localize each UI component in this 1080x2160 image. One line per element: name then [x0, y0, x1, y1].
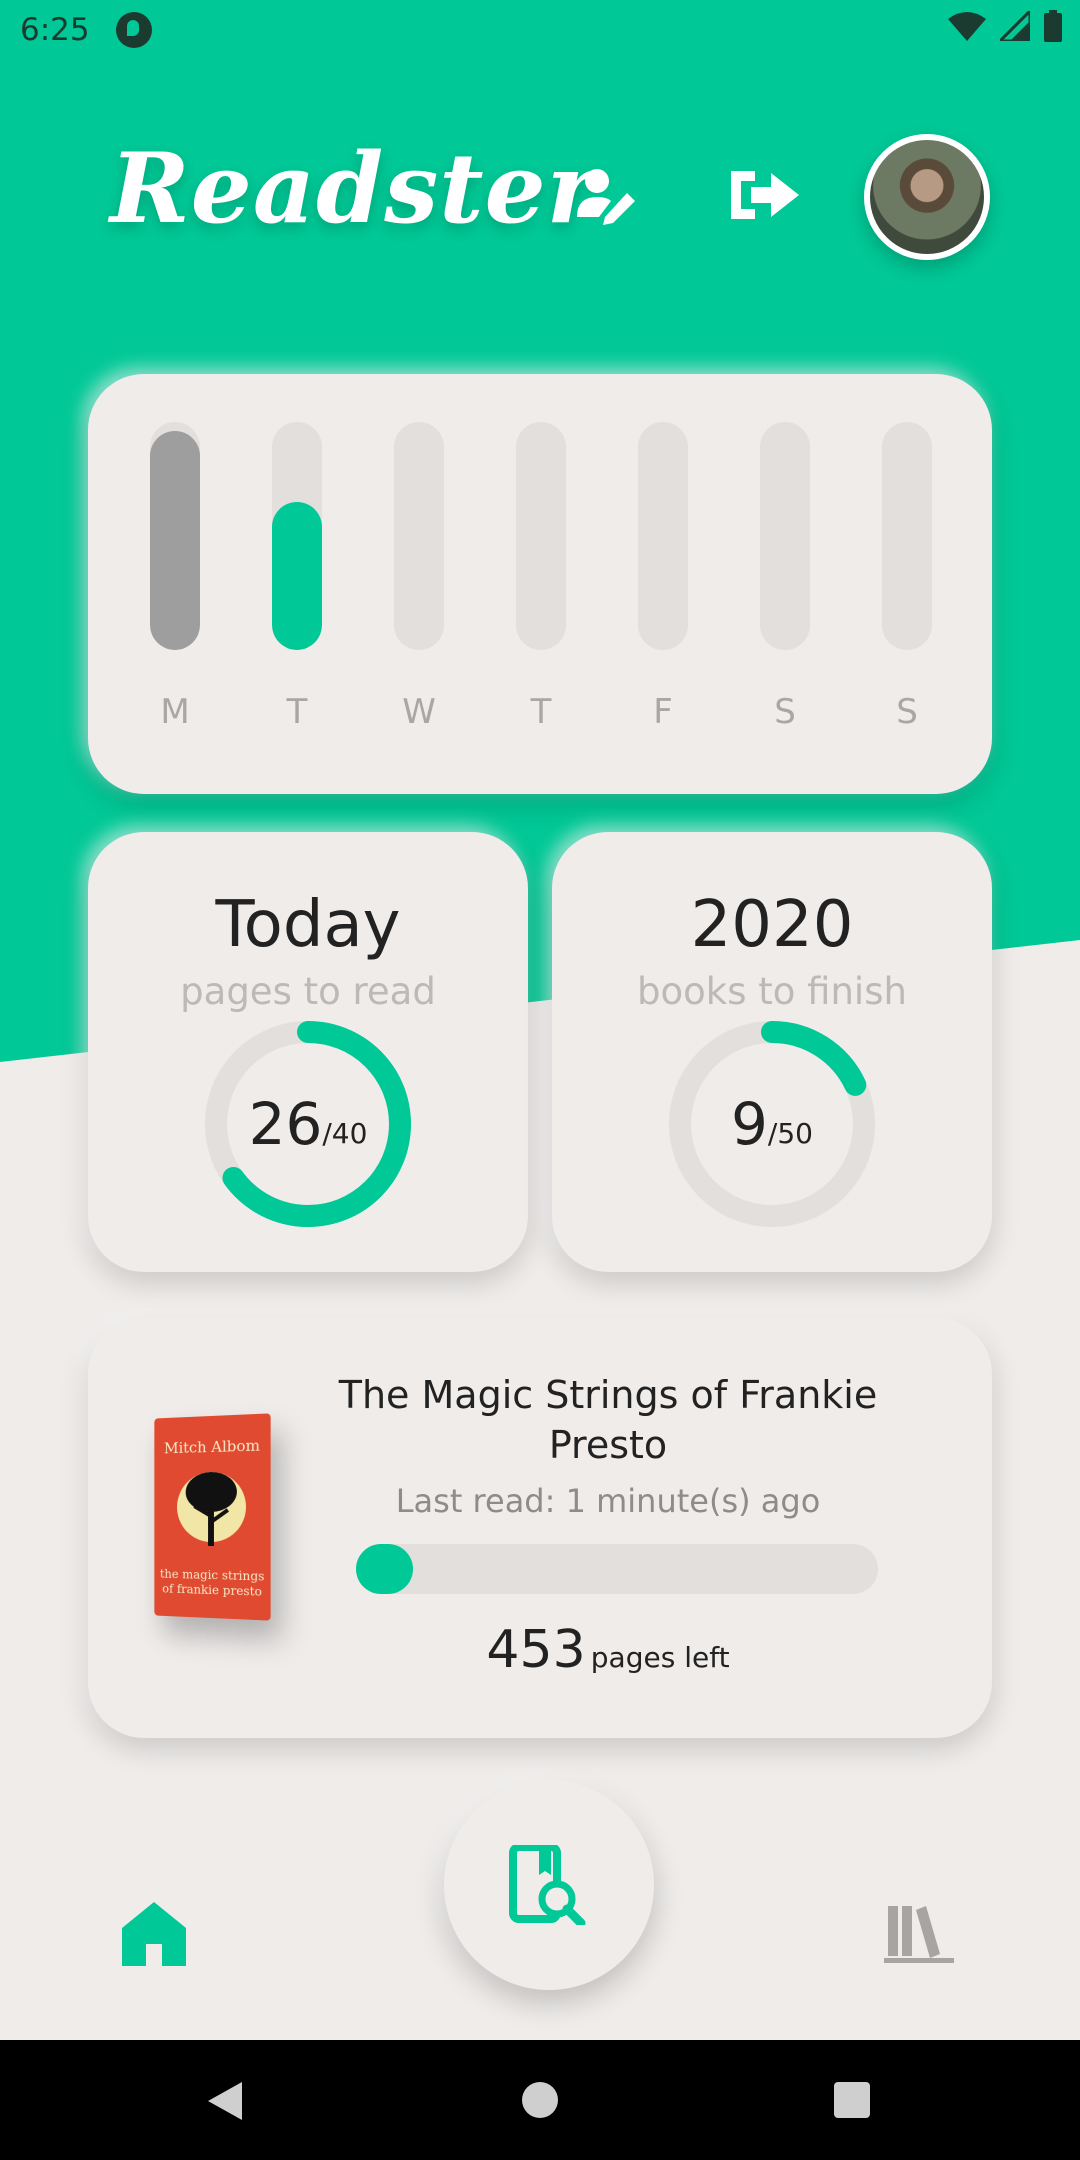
today-progress-value: 26 /40 [196, 1012, 420, 1236]
nav-library-button[interactable] [884, 1900, 954, 1968]
current-book-card[interactable]: Mitch Albom the magic strings of frankie… [88, 1318, 992, 1738]
wifi-icon [948, 11, 986, 41]
weekly-bar-track [272, 422, 322, 650]
status-time: 6:25 [20, 12, 90, 48]
book-cover-title: the magic strings of frankie presto [154, 1567, 270, 1600]
today-goal-subtitle: pages to read [88, 970, 528, 1013]
edit-profile-button[interactable] [560, 150, 650, 240]
book-title: The Magic Strings of Frankie Presto [328, 1370, 888, 1470]
weekly-day-label: F [628, 692, 698, 732]
weekly-day-label: T [262, 692, 332, 732]
status-icons [948, 10, 1062, 42]
book-progress-fill [356, 1544, 413, 1594]
pages-left-value: 453 [486, 1620, 585, 1680]
notification-app-icon [116, 12, 152, 48]
battery-icon [1044, 10, 1062, 42]
book-search-icon [509, 1845, 589, 1925]
weekly-bar-track [394, 422, 444, 650]
logout-button[interactable] [720, 150, 810, 240]
library-icon [884, 1900, 954, 1964]
signal-icon [1000, 11, 1030, 41]
home-system-button[interactable] [522, 2082, 558, 2118]
home-icon [122, 1900, 186, 1966]
weekly-bar-track [150, 422, 200, 650]
year-goal-title: 2020 [552, 888, 992, 962]
nav-home-button[interactable] [122, 1900, 186, 1970]
year-goal-card[interactable]: 2020 books to finish 9 /50 [552, 832, 992, 1272]
weekly-bar-track [516, 422, 566, 650]
weekly-bar-track [760, 422, 810, 650]
weekly-day-label: W [384, 692, 454, 732]
book-cover-tree [183, 1465, 240, 1556]
book-cover-image: Mitch Albom the magic strings of frankie… [154, 1413, 270, 1620]
back-icon[interactable] [206, 2080, 244, 2122]
edit-profile-icon [575, 165, 635, 225]
weekly-bar-fill [272, 502, 322, 650]
system-navigation-bar [0, 2040, 1080, 2160]
book-cover-author: Mitch Albom [154, 1436, 270, 1458]
weekly-day-label: S [872, 692, 942, 732]
year-progress-value: 9 /50 [660, 1012, 884, 1236]
year-goal-subtitle: books to finish [552, 970, 992, 1013]
weekly-bar-fill [150, 431, 200, 650]
logout-icon [727, 165, 803, 225]
today-goal-card[interactable]: Today pages to read 26 /40 [88, 832, 528, 1272]
year-books-total: /50 [768, 1117, 813, 1150]
weekly-day-label: M [140, 692, 210, 732]
pages-left-label: pages left [591, 1641, 730, 1674]
year-books-read: 9 [731, 1090, 768, 1158]
book-progress-bar [356, 1544, 878, 1594]
weekly-bar-track [638, 422, 688, 650]
weekly-reading-card: MTWTFSS [88, 374, 992, 794]
last-read-text: Last read: 1 minute(s) ago [328, 1482, 888, 1520]
today-pages-read: 26 [249, 1090, 323, 1158]
weekly-day-label: S [750, 692, 820, 732]
user-avatar[interactable] [864, 134, 990, 260]
today-pages-total: /40 [322, 1117, 367, 1150]
weekly-day-label: T [506, 692, 576, 732]
weekly-bar-track [882, 422, 932, 650]
app-title: Readster [110, 132, 598, 245]
search-books-button[interactable] [444, 1780, 654, 1990]
today-goal-title: Today [88, 888, 528, 962]
recents-system-button[interactable] [834, 2082, 870, 2118]
pages-left: 453 pages left [328, 1620, 888, 1680]
